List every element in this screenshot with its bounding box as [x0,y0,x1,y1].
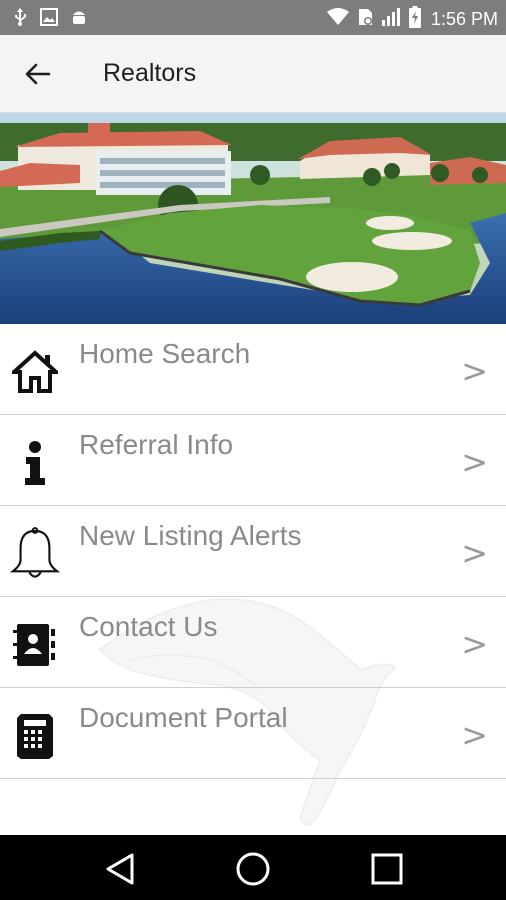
menu-item-document-portal[interactable]: Document Portal > [0,688,506,779]
android-icon [70,8,88,31]
recents-square-icon [371,853,403,885]
menu-item-label: Contact Us [79,611,218,642]
menu-item-contact-us[interactable]: Contact Us > [0,597,506,688]
menu-item-label: New Listing Alerts [79,520,302,551]
back-button[interactable] [18,54,58,94]
contact-book-icon [10,619,60,671]
menu-item-label: Home Search [79,338,251,369]
bell-icon [10,527,60,580]
menu-item-label: Document Portal [79,702,288,733]
home-circle-icon [236,852,270,886]
chevron-right-icon: > [461,443,488,481]
status-bar: 1:56 PM [0,0,506,35]
app-bar: Realtors [0,35,506,113]
wifi-icon [326,8,349,31]
house-icon [10,346,60,398]
menu-item-referral-info[interactable]: Referral Info > [0,415,506,506]
nav-back-button[interactable] [100,849,140,889]
battery-charging-icon [408,6,421,33]
status-right-icons: 1:56 PM [326,6,498,33]
image-icon [40,8,58,31]
page-title: Realtors [103,59,197,87]
menu-item-label: Referral Info [79,429,234,460]
chevron-right-icon: > [461,625,488,663]
document-icon [10,710,60,762]
chevron-right-icon: > [461,716,488,754]
arrow-left-icon [25,63,51,85]
nav-home-button[interactable] [233,849,273,889]
menu-list: Home Search > Referral Info > New Listin… [0,324,506,779]
menu-item-new-listing-alerts[interactable]: New Listing Alerts > [0,506,506,597]
menu-item-home-search[interactable]: Home Search > [0,324,506,415]
chevron-right-icon: > [461,352,488,390]
nav-recents-button[interactable] [367,849,407,889]
status-left-icons [12,8,88,31]
hero-image [0,113,506,324]
status-time: 1:56 PM [430,9,498,29]
system-nav-bar [0,835,506,900]
back-triangle-icon [106,853,134,885]
usb-icon [12,8,28,31]
signal-icon [381,7,401,32]
sim-icon [357,7,373,32]
info-icon [10,437,60,489]
chevron-right-icon: > [461,534,488,572]
